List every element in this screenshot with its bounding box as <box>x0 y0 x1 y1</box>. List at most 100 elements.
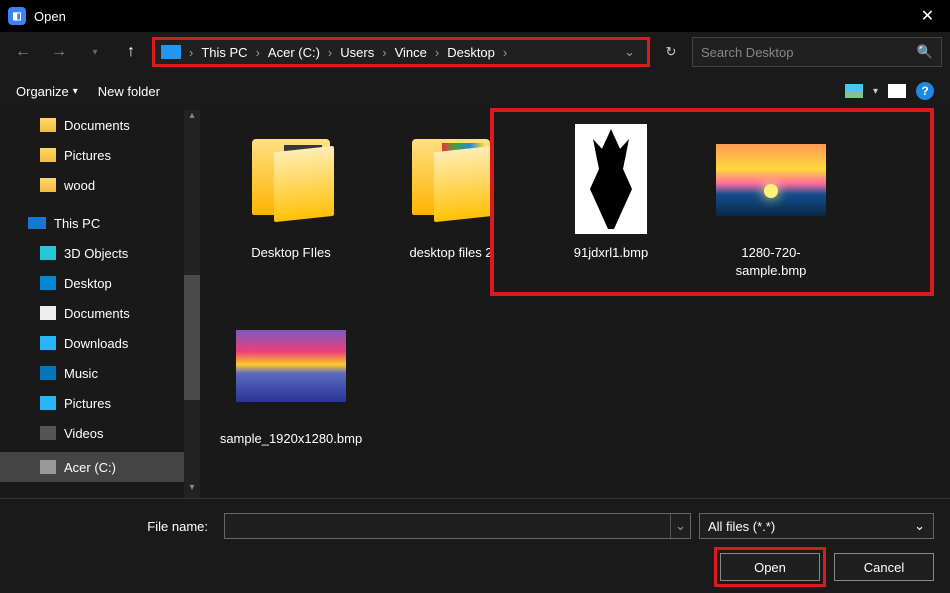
search-placeholder: Search Desktop <box>701 45 917 60</box>
pc-icon <box>28 217 46 229</box>
sidebar-item-videos[interactable]: Videos <box>0 418 184 448</box>
desktop-icon <box>40 276 56 290</box>
sidebar-item-pictures[interactable]: Pictures <box>0 140 184 170</box>
chevron-right-icon[interactable]: › <box>433 45 441 60</box>
button-row: Open Cancel <box>16 553 934 581</box>
folder-icon <box>406 139 496 219</box>
image-thumbnail <box>575 124 647 234</box>
sidebar-label: Pictures <box>64 148 111 163</box>
file-name: 1280-720-sample.bmp <box>706 244 836 280</box>
sidebar-item-documents2[interactable]: Documents <box>0 298 184 328</box>
scroll-up-icon[interactable]: ▴ <box>184 110 200 126</box>
recent-dropdown[interactable]: ▾ <box>80 37 110 67</box>
breadcrumb-bar[interactable]: › This PC › Acer (C:) › Users › Vince › … <box>152 37 650 67</box>
drive-icon <box>40 460 56 474</box>
folder-icon <box>40 148 56 162</box>
new-folder-button[interactable]: New folder <box>98 84 160 99</box>
bottom-panel: File name: ⌄ All files (*.*) ⌄ Open Canc… <box>0 498 950 593</box>
close-button[interactable]: ✕ <box>905 0 950 32</box>
search-icon[interactable]: 🔍 <box>917 44 933 60</box>
sidebar-item-music[interactable]: Music <box>0 358 184 388</box>
filename-label: File name: <box>16 519 216 534</box>
file-grid: Desktop FIles desktop files 2 91jdxrl1.b… <box>208 124 942 449</box>
sidebar-label: Documents <box>64 306 130 321</box>
file-item-image[interactable]: sample_1920x1280.bmp <box>226 310 356 448</box>
file-content-area[interactable]: Desktop FIles desktop files 2 91jdxrl1.b… <box>200 110 950 498</box>
scrollbar-thumb[interactable] <box>184 275 200 400</box>
scroll-down-icon[interactable]: ▾ <box>184 482 200 498</box>
organize-menu[interactable]: Organize ▾ <box>16 84 78 99</box>
sidebar-label: Desktop <box>64 276 112 291</box>
3d-icon <box>40 246 56 260</box>
filter-label: All files (*.*) <box>708 519 914 534</box>
sidebar-item-desktop[interactable]: Desktop <box>0 268 184 298</box>
open-dialog-window: ◧ Open ✕ ← → ▾ ↑ › This PC › Acer (C:) ›… <box>0 0 950 593</box>
filename-input[interactable]: ⌄ <box>224 513 691 539</box>
title-bar: ◧ Open ✕ <box>0 0 950 32</box>
breadcrumb-segment[interactable]: Users <box>334 45 380 60</box>
music-icon <box>40 366 56 380</box>
folder-icon <box>40 118 56 132</box>
sidebar-scrollbar[interactable]: ▴ ▾ <box>184 110 200 498</box>
file-name: Desktop FIles <box>251 244 330 262</box>
breadcrumb-segment[interactable]: Acer (C:) <box>262 45 326 60</box>
cancel-label: Cancel <box>864 560 904 575</box>
sidebar-item-3d-objects[interactable]: 3D Objects <box>0 238 184 268</box>
file-item-folder[interactable]: Desktop FIles <box>226 124 356 280</box>
chevron-right-icon[interactable]: › <box>187 45 195 60</box>
organize-label: Organize <box>16 84 69 99</box>
navigation-bar: ← → ▾ ↑ › This PC › Acer (C:) › Users › … <box>0 32 950 72</box>
sidebar-item-documents[interactable]: Documents <box>0 110 184 140</box>
back-button[interactable]: ← <box>8 37 38 67</box>
pc-icon <box>161 45 181 59</box>
chevron-right-icon[interactable]: › <box>501 45 509 60</box>
file-item-image[interactable]: 1280-720-sample.bmp <box>706 124 836 280</box>
up-button[interactable]: ↑ <box>116 37 146 67</box>
cancel-button[interactable]: Cancel <box>834 553 934 581</box>
refresh-button[interactable]: ↻ <box>656 37 686 67</box>
chevron-right-icon[interactable]: › <box>254 45 262 60</box>
chevron-down-icon: ⌄ <box>914 518 925 534</box>
file-type-filter[interactable]: All files (*.*) ⌄ <box>699 513 934 539</box>
sidebar-label: Acer (C:) <box>64 460 116 475</box>
file-name: 91jdxrl1.bmp <box>574 244 648 262</box>
file-item-folder[interactable]: desktop files 2 <box>386 124 516 280</box>
chevron-right-icon[interactable]: › <box>326 45 334 60</box>
open-button[interactable]: Open <box>720 553 820 581</box>
chevron-down-icon[interactable]: ▾ <box>873 86 878 97</box>
chevron-right-icon[interactable]: › <box>380 45 388 60</box>
help-icon[interactable]: ? <box>916 82 934 100</box>
sidebar-label: Downloads <box>64 336 128 351</box>
breadcrumb-segment[interactable]: Desktop <box>441 45 501 60</box>
folder-icon <box>246 139 336 219</box>
sidebar-label: Videos <box>64 426 104 441</box>
sidebar-label: This PC <box>54 216 100 231</box>
search-input[interactable]: Search Desktop 🔍 <box>692 37 942 67</box>
video-icon <box>40 426 56 440</box>
document-icon <box>40 306 56 320</box>
image-thumbnail <box>716 144 826 216</box>
file-item-image[interactable]: 91jdxrl1.bmp <box>546 124 676 280</box>
sidebar-item-downloads[interactable]: Downloads <box>0 328 184 358</box>
forward-button[interactable]: → <box>44 37 74 67</box>
sidebar-item-pictures2[interactable]: Pictures <box>0 388 184 418</box>
filename-dropdown[interactable]: ⌄ <box>670 514 690 538</box>
sidebar-item-acer-c[interactable]: Acer (C:) <box>0 452 184 482</box>
app-icon: ◧ <box>8 7 26 25</box>
toolbar: Organize ▾ New folder ▾ ? <box>0 72 950 110</box>
breadcrumb-segment[interactable]: Vince <box>389 45 433 60</box>
sidebar-label: Documents <box>64 118 130 133</box>
breadcrumb-dropdown[interactable]: ⌄ <box>618 44 641 60</box>
breadcrumb-segment[interactable]: This PC <box>195 45 253 60</box>
sidebar-label: Pictures <box>64 396 111 411</box>
window-title: Open <box>34 9 66 24</box>
view-mode-icon[interactable] <box>845 84 863 98</box>
pictures-icon <box>40 396 56 410</box>
image-thumbnail <box>236 330 346 402</box>
sidebar-label: wood <box>64 178 95 193</box>
sidebar-item-wood[interactable]: wood <box>0 170 184 200</box>
sidebar-item-this-pc[interactable]: This PC <box>0 208 184 238</box>
view-controls: ▾ ? <box>845 82 934 100</box>
filename-row: File name: ⌄ All files (*.*) ⌄ <box>16 513 934 539</box>
preview-pane-icon[interactable] <box>888 84 906 98</box>
